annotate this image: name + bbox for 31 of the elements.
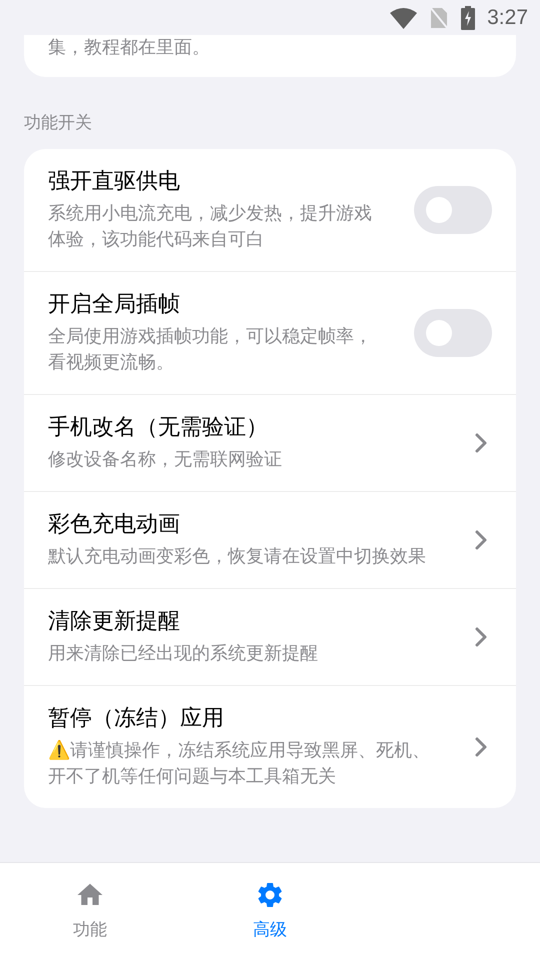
row-title: 手机改名（无需验证） [48,414,269,442]
settings-row[interactable]: 强开直驱供电 系统用小电流充电，减少发热，提升游戏体验，该功能代码来自可白 [24,148,516,272]
chevron-right-icon [474,626,488,648]
section-header: 功能开关 [24,112,93,135]
settings-row[interactable]: 彩色充电动画 默认充电动画变彩色，恢复请在设置中切换效果 [24,492,516,588]
chevron-right-icon [474,528,488,550]
row-title: 开启全局插帧 [48,290,181,318]
settings-row[interactable]: 暂停（冻结）应用 ⚠请谨慎操作，冻结系统应用导致黑屏、死机、开不了机等任何问题与本工具箱无关 [24,686,516,808]
toggle-switch[interactable] [414,186,492,234]
settings-row[interactable]: 清除更新提醒 用来清除已经出现的系统更新提醒 [24,588,516,686]
no-sim-icon [429,6,450,30]
battery-charging-icon [461,6,476,30]
toggle-switch[interactable] [414,308,492,356]
status-time: 3:27 [487,4,528,31]
settings-row[interactable]: 开启全局插帧 全局使用游戏插帧功能，可以稳定帧率，看视频更流畅。 [24,272,516,394]
wifi-icon [390,6,418,28]
card-text: 集，教程都在里面。 [48,37,210,58]
row-description: 修改设备名称，无需联网验证 [48,448,283,472]
row-description: 全局使用游戏插帧功能，可以稳定帧率，看视频更流畅。 [48,324,373,374]
chevron-right-icon [474,432,488,454]
row-description: ⚠请谨慎操作，冻结系统应用导致黑屏、死机、开不了机等任何问题与本工具箱无关 [48,738,431,788]
row-description: 默认充电动画变彩色，恢复请在设置中切换效果 [48,544,427,568]
row-title: 暂停（冻结）应用 [48,704,225,732]
chevron-right-icon [474,736,488,758]
row-description: 系统用小电流充电，减少发热，提升游戏体验，该功能代码来自可白 [48,202,373,252]
row-description: 用来清除已经出现的系统更新提醒 [48,642,319,666]
row-title: 彩色充电动画 [48,510,181,538]
row-title: 强开直驱供电 [48,168,181,196]
settings-row[interactable]: 手机改名（无需验证） 修改设备名称，无需联网验证 [24,394,516,492]
row-title: 清除更新提醒 [48,608,181,636]
nav-tab[interactable]: 高级 [180,863,360,960]
